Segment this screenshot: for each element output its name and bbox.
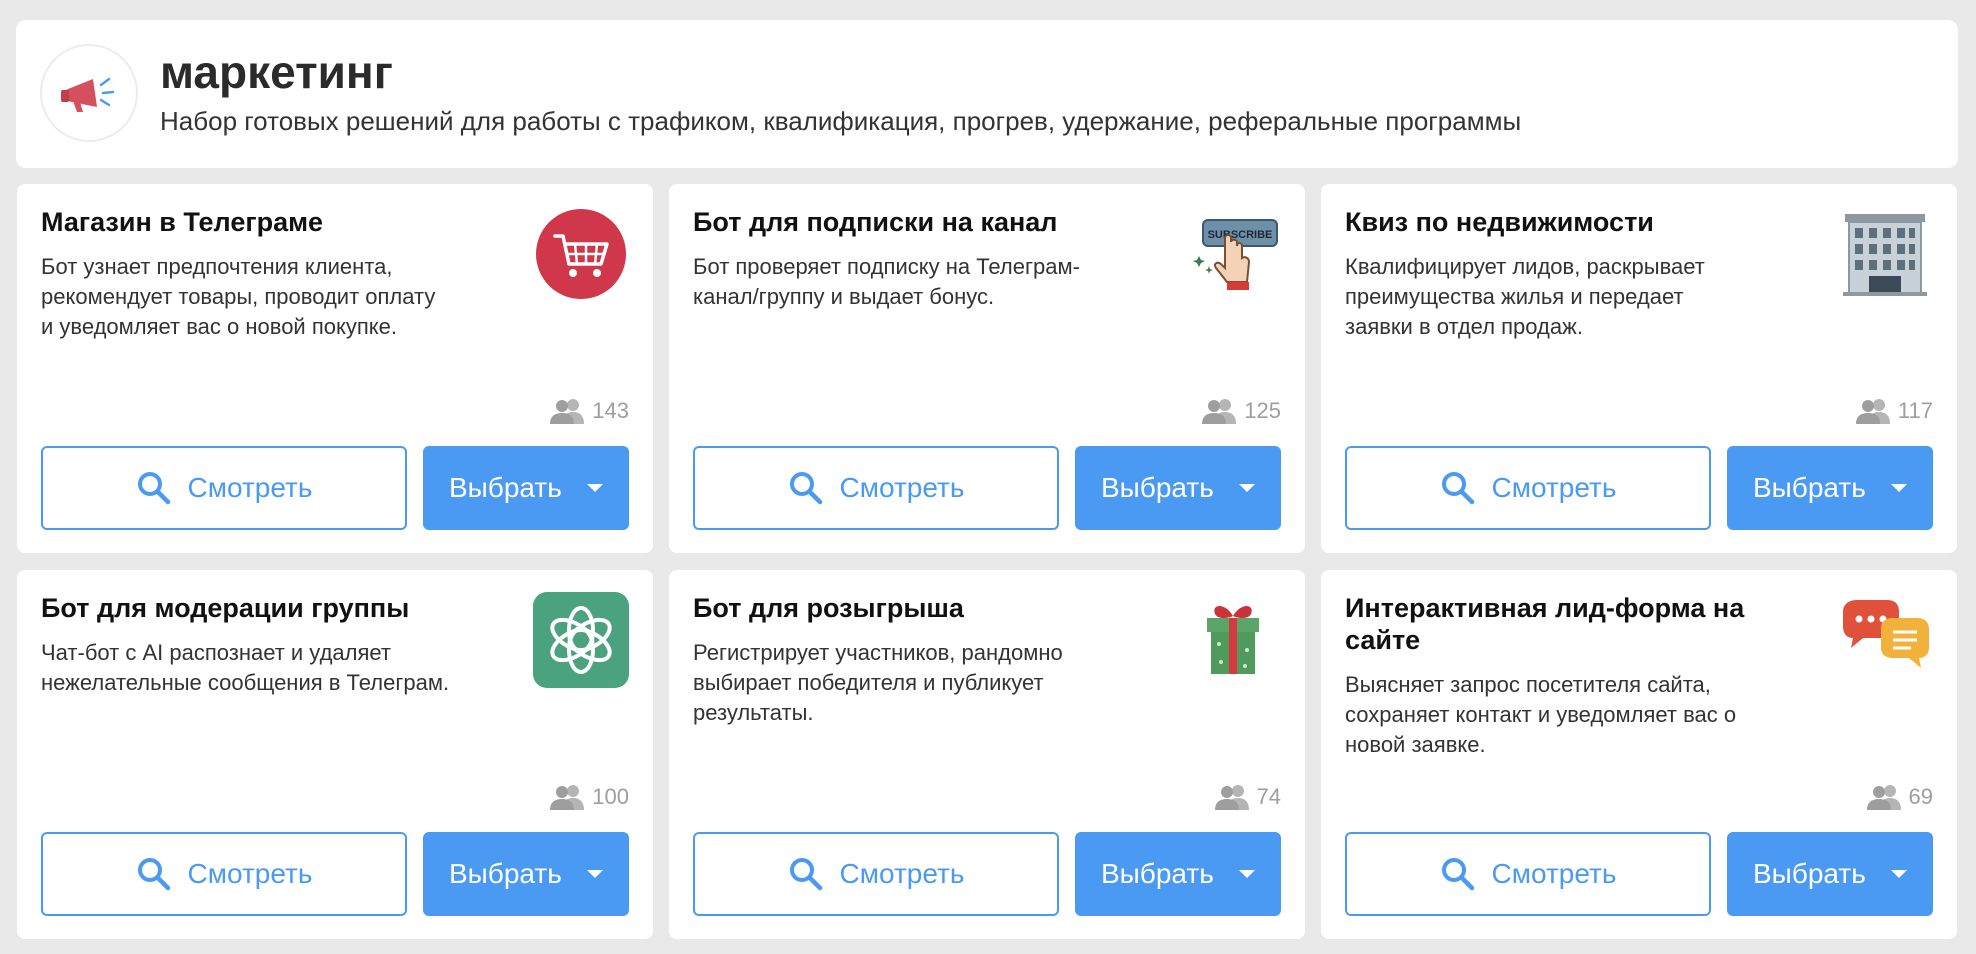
template-card: Бот для модерации группы Чат-бот с AI ра…	[17, 570, 653, 939]
users-count: 117	[1855, 398, 1933, 424]
chevron-down-icon	[1239, 870, 1255, 878]
search-icon	[789, 858, 822, 891]
card-description: Выясняет запрос посетителя сайта, сохран…	[1345, 672, 1737, 757]
page-title: маркетинг	[160, 46, 393, 98]
view-button[interactable]: Смотреть	[1345, 832, 1711, 916]
category-header: маркетинг Набор готовых решений для рабо…	[16, 20, 1958, 168]
chevron-down-icon	[1891, 484, 1907, 492]
megaphone-icon	[61, 77, 115, 112]
page-subtitle: Набор готовых решений для работы с трафи…	[160, 106, 1522, 136]
card-description: Бот узнает предпочтения клиента, рекомен…	[41, 254, 436, 339]
chevron-down-icon	[587, 484, 603, 492]
search-icon	[1441, 472, 1474, 505]
card-image	[1837, 206, 1933, 302]
card-image	[533, 206, 629, 302]
view-button[interactable]: Смотреть	[693, 446, 1059, 530]
card-title: Интерактивная лид-форма на сайте	[1345, 593, 1745, 655]
gift-box-icon	[1207, 606, 1259, 674]
search-icon	[137, 858, 170, 891]
card-image	[533, 592, 629, 688]
users-count: 143	[550, 398, 629, 424]
chevron-down-icon	[1891, 870, 1907, 878]
template-card: Магазин в Телеграме Бот узнает предпочте…	[17, 184, 653, 553]
subscribe-button-icon: SUBSCRIBE	[1193, 219, 1278, 290]
template-card: Квиз по недвижимости Квалифицирует лидов…	[1321, 184, 1957, 553]
view-button[interactable]: Смотреть	[1345, 446, 1711, 530]
users-count: 74	[1214, 784, 1281, 810]
search-icon	[789, 472, 822, 505]
category-logo	[40, 44, 138, 142]
card-title: Бот для модерации группы	[41, 593, 410, 623]
card-description: Бот проверяет подписку на Телеграм- кана…	[693, 254, 1080, 309]
card-title: Магазин в Телеграме	[41, 207, 324, 237]
users-icon	[550, 399, 585, 424]
card-image: SUBSCRIBE	[1185, 206, 1281, 302]
users-count: 125	[1202, 398, 1281, 424]
chevron-down-icon	[587, 870, 603, 878]
view-button[interactable]: Смотреть	[41, 446, 407, 530]
users-count: 100	[550, 784, 629, 810]
choose-button[interactable]: Выбрать	[1075, 832, 1281, 916]
card-title: Бот для розыгрыша	[693, 593, 964, 623]
openai-logo-icon	[533, 592, 629, 688]
users-icon	[550, 785, 585, 810]
view-button[interactable]: Смотреть	[693, 832, 1059, 916]
template-card: Бот для подписки на канал Бот проверяет …	[669, 184, 1305, 553]
choose-button[interactable]: Выбрать	[423, 832, 629, 916]
chat-bubbles-icon	[1843, 600, 1929, 668]
template-card: Бот для розыгрыша Регистрирует участнико…	[669, 570, 1305, 939]
choose-button[interactable]: Выбрать	[423, 446, 629, 530]
users-icon	[1855, 399, 1890, 424]
shopping-cart-icon	[536, 209, 626, 299]
choose-button[interactable]: Выбрать	[1727, 446, 1933, 530]
office-building-icon	[1843, 214, 1927, 296]
users-icon	[1202, 399, 1237, 424]
choose-button[interactable]: Выбрать	[1075, 446, 1281, 530]
svg-text:SUBSCRIBE: SUBSCRIBE	[1208, 229, 1273, 241]
search-icon	[1441, 858, 1474, 891]
users-icon	[1214, 785, 1249, 810]
card-title: Бот для подписки на канал	[693, 207, 1058, 237]
card-description: Регистрирует участников, рандомно выбира…	[693, 640, 1063, 725]
card-title: Квиз по недвижимости	[1345, 207, 1654, 237]
users-icon	[1866, 785, 1901, 810]
template-card: Интерактивная лид-форма на сайте Выясняе…	[1321, 570, 1957, 939]
chevron-down-icon	[1239, 484, 1255, 492]
choose-button[interactable]: Выбрать	[1727, 832, 1933, 916]
card-image	[1185, 592, 1281, 688]
search-icon	[137, 472, 170, 505]
card-image	[1837, 592, 1933, 688]
users-count: 69	[1866, 784, 1933, 810]
card-description: Чат-бот с AI распознает и удаляет нежела…	[41, 640, 450, 695]
card-description: Квалифицирует лидов, раскрывает преимуще…	[1345, 254, 1705, 339]
view-button[interactable]: Смотреть	[41, 832, 407, 916]
